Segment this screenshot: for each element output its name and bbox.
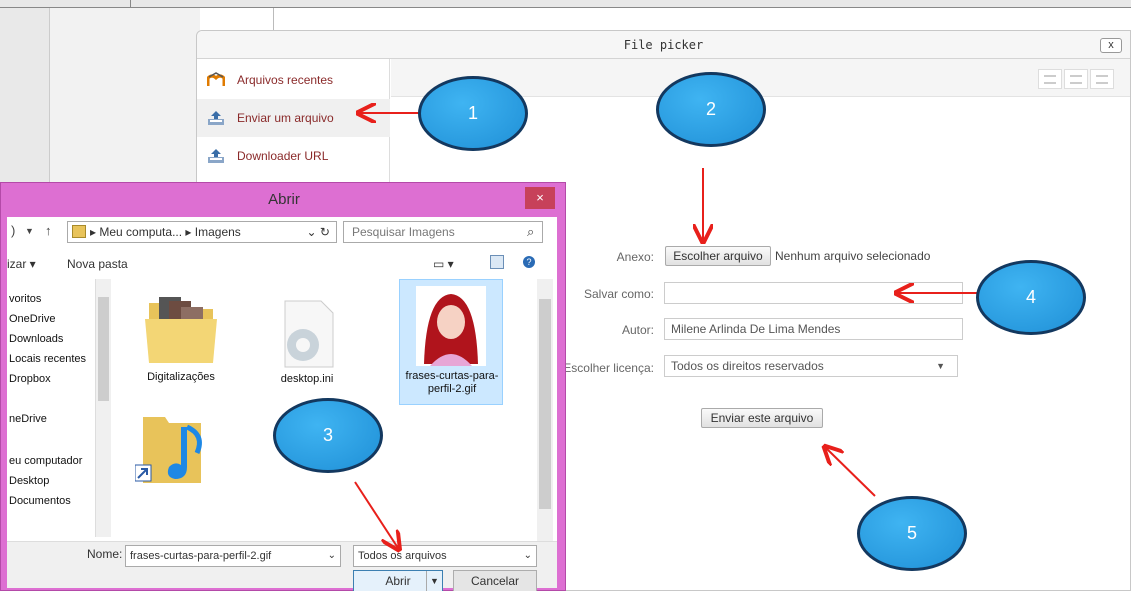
repo-item-upload[interactable]: Enviar um arquivo bbox=[197, 99, 390, 137]
choose-file-button[interactable]: Escolher arquivo bbox=[665, 246, 771, 266]
chevron-down-icon[interactable]: ▼ bbox=[25, 226, 34, 236]
download-url-icon bbox=[208, 149, 224, 163]
nav-item[interactable]: voritos bbox=[9, 293, 41, 305]
new-folder-button[interactable]: Nova pasta bbox=[67, 257, 128, 271]
nav-item[interactable]: OneDrive bbox=[9, 313, 55, 325]
file-picker-title: File picker bbox=[197, 31, 1130, 59]
nav-item[interactable]: eu computador bbox=[9, 455, 82, 467]
license-select[interactable]: Todos os direitos reservados ▼ bbox=[664, 355, 958, 377]
repo-item-label: Downloader URL bbox=[237, 149, 329, 163]
icons-view-icon[interactable] bbox=[1038, 69, 1062, 89]
divider bbox=[130, 0, 131, 8]
tree-view-icon[interactable] bbox=[1090, 69, 1114, 89]
up-arrow-icon[interactable]: ↑ bbox=[45, 223, 52, 238]
search-icon: ⌕ bbox=[527, 224, 535, 239]
callout-2: 2 bbox=[656, 72, 766, 147]
dialog-footer: Nome: frases-curtas-para-perfil-2.gif ⌄ … bbox=[7, 541, 557, 591]
license-label: Escolher licença: bbox=[563, 361, 654, 375]
dialog-title: Abrir bbox=[268, 191, 300, 208]
help-icon[interactable]: ? bbox=[523, 256, 535, 268]
filename-input[interactable]: frases-curtas-para-perfil-2.gif ⌄ bbox=[125, 545, 341, 567]
chevron-down-icon[interactable]: ▼ bbox=[426, 571, 442, 591]
close-button[interactable]: × bbox=[525, 187, 555, 209]
screenshot-stage: File picker x Arquivos recentes Enviar u… bbox=[0, 0, 1131, 591]
repo-item-label: Enviar um arquivo bbox=[237, 111, 334, 125]
settings-file-icon bbox=[284, 300, 334, 368]
open-button-label: Abrir bbox=[385, 574, 411, 588]
author-input[interactable]: Milene Arlinda De Lima Mendes bbox=[664, 318, 963, 340]
filetype-select[interactable]: Todos os arquivos ⌄ bbox=[353, 545, 537, 567]
music-folder-icon bbox=[134, 417, 202, 483]
folder-icon bbox=[72, 225, 86, 238]
upload-icon bbox=[208, 111, 224, 125]
file-item-music-folder[interactable] bbox=[134, 409, 215, 489]
top-bar bbox=[0, 0, 1131, 8]
repo-item-url[interactable]: Downloader URL bbox=[197, 137, 390, 175]
save-as-input[interactable] bbox=[664, 282, 963, 304]
path-segment[interactable]: Imagens bbox=[195, 225, 241, 239]
refresh-icon[interactable]: ⌄ ↻ bbox=[307, 222, 330, 242]
filename-label: Nome: bbox=[87, 547, 123, 561]
search-input[interactable]: Pesquisar Imagens bbox=[343, 221, 543, 243]
organize-menu[interactable]: izar ▾ bbox=[7, 257, 36, 271]
nav-item[interactable]: Locais recentes bbox=[9, 353, 86, 365]
callout-1: 1 bbox=[418, 76, 528, 151]
address-bar[interactable]: ▸ Meu computa... ▸ Imagens ⌄ ↻ bbox=[67, 221, 337, 243]
nav-scrollbar[interactable] bbox=[95, 279, 111, 537]
file-name: desktop.ini bbox=[280, 373, 334, 385]
author-label: Autor: bbox=[621, 323, 654, 337]
callout-3: 3 bbox=[273, 398, 383, 473]
nav-item[interactable]: neDrive bbox=[9, 413, 47, 425]
callout-4: 4 bbox=[976, 260, 1086, 335]
submit-file-button[interactable]: Enviar este arquivo bbox=[701, 408, 823, 428]
filename-value: frases-curtas-para-perfil-2.gif bbox=[130, 550, 272, 562]
nav-item[interactable]: Documentos bbox=[9, 495, 71, 507]
repo-item-recent[interactable]: Arquivos recentes bbox=[197, 61, 390, 99]
chevron-down-icon: ⌄ bbox=[327, 550, 336, 561]
preview-pane-icon[interactable] bbox=[490, 255, 504, 269]
callout-5: 5 bbox=[857, 496, 967, 571]
view-options-icon[interactable]: ▭ ▾ bbox=[433, 257, 454, 271]
chevron-down-icon: ⌄ bbox=[523, 550, 532, 561]
filetype-value: Todos os arquivos bbox=[358, 550, 447, 562]
moodle-icon bbox=[207, 72, 225, 86]
nav-item[interactable]: Desktop bbox=[9, 475, 49, 487]
open-button[interactable]: Abrir ▼ bbox=[353, 570, 443, 591]
path-segment[interactable]: Meu computa... bbox=[99, 225, 182, 239]
nav-item[interactable]: Dropbox bbox=[9, 373, 51, 385]
file-item-ini[interactable]: desktop.ini bbox=[271, 297, 343, 385]
list-view-icon[interactable] bbox=[1064, 69, 1088, 89]
navigation-pane: voritos OneDrive Downloads Locais recent… bbox=[7, 279, 97, 539]
dialog-body: ) ▼ ↑ ▸ Meu computa... ▸ Imagens ⌄ ↻ Pes… bbox=[7, 217, 557, 591]
file-name: Digitalizações bbox=[147, 371, 215, 383]
save-as-label: Salvar como: bbox=[583, 287, 654, 301]
attachment-label: Anexo: bbox=[616, 250, 654, 264]
back-arrow-icon[interactable]: ) bbox=[11, 223, 15, 238]
nav-item[interactable]: Downloads bbox=[9, 333, 63, 345]
file-item-folder[interactable]: Digitalizações bbox=[141, 289, 221, 383]
file-scrollbar[interactable] bbox=[537, 279, 553, 541]
file-item-gif[interactable]: frases-curtas-para-perfil-2.gif bbox=[399, 279, 503, 405]
cancel-button[interactable]: Cancelar bbox=[453, 570, 537, 591]
image-thumbnail bbox=[416, 286, 486, 366]
divider bbox=[273, 8, 274, 32]
chevron-down-icon: ▼ bbox=[936, 361, 945, 371]
license-selected: Todos os direitos reservados bbox=[671, 359, 824, 373]
folder-icon bbox=[145, 297, 217, 363]
no-file-text: Nenhum arquivo selecionado bbox=[775, 249, 931, 263]
close-button[interactable]: x bbox=[1100, 38, 1122, 53]
repo-item-label: Arquivos recentes bbox=[237, 73, 334, 87]
file-name: frases-curtas-para-perfil-2.gif bbox=[405, 370, 499, 395]
open-file-dialog: Abrir × ) ▼ ↑ ▸ Meu computa... ▸ Imagens… bbox=[0, 182, 566, 591]
